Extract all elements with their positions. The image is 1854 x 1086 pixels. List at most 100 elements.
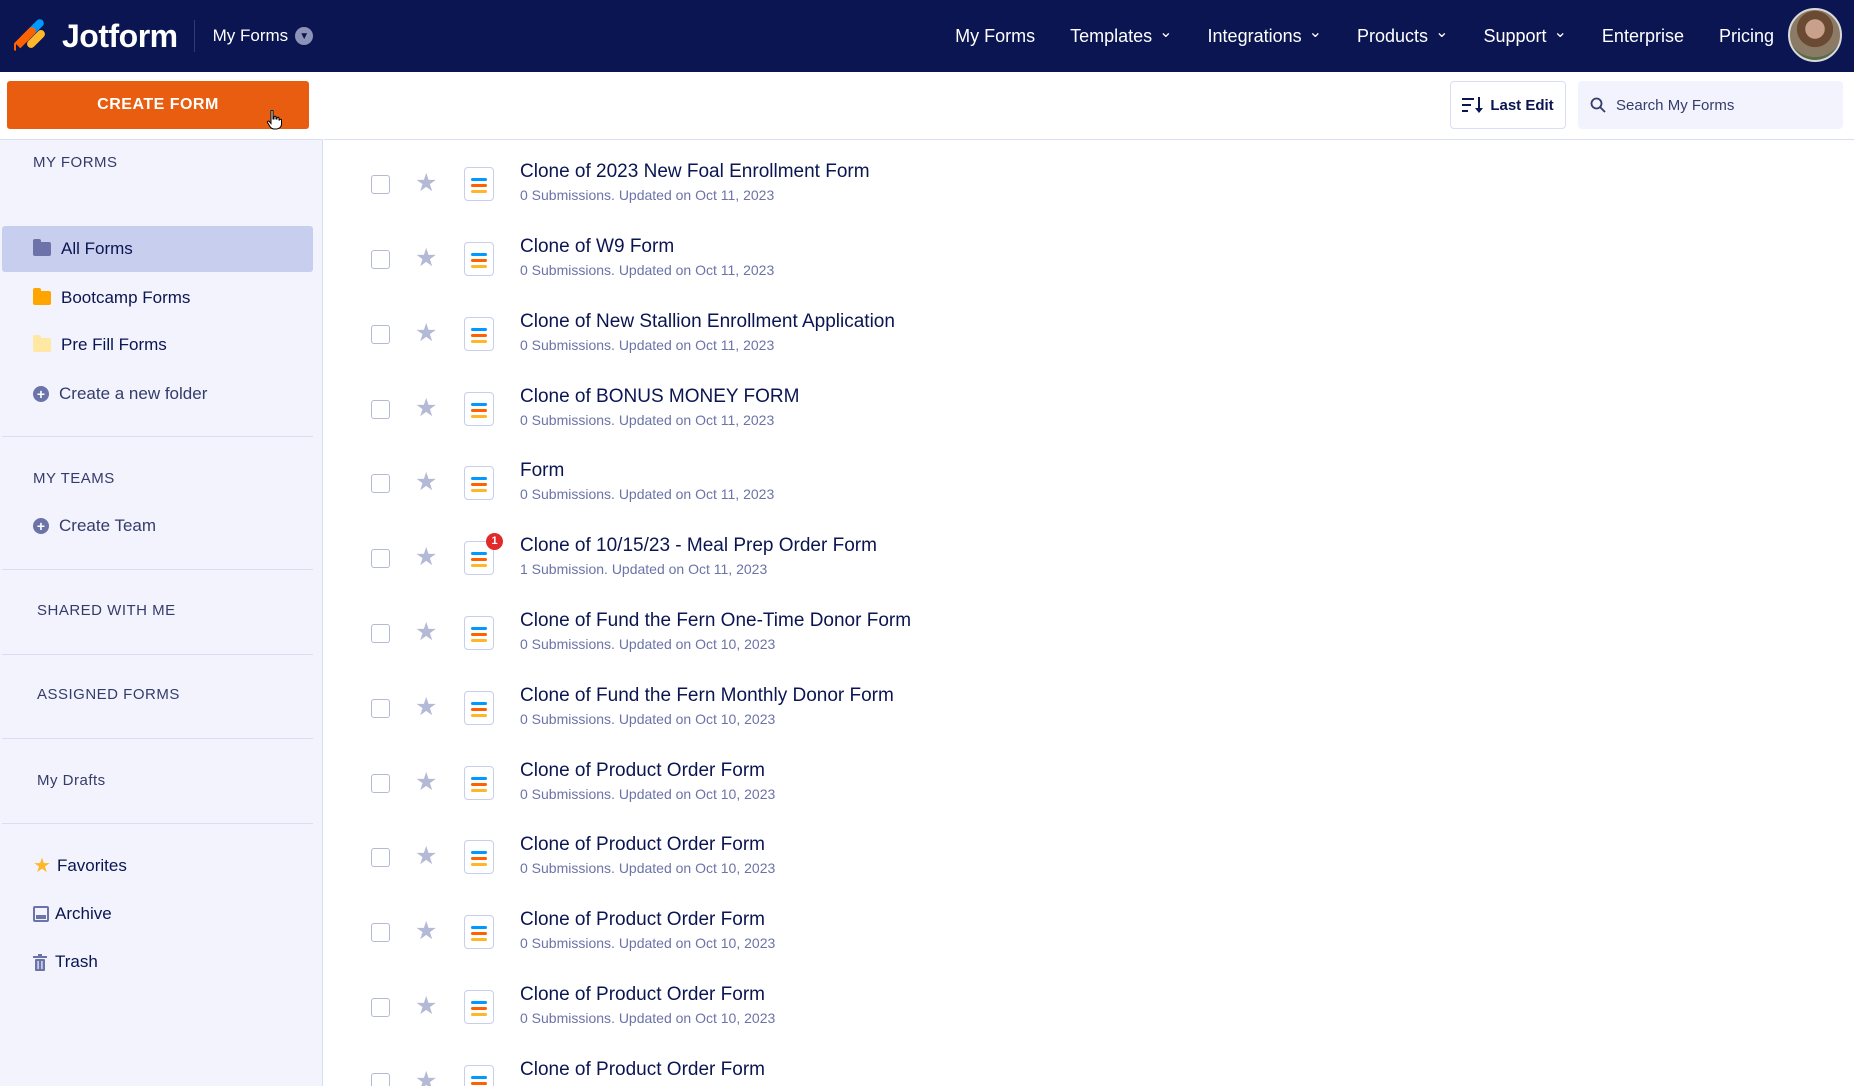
form-title[interactable]: Clone of Product Order Form (520, 834, 765, 856)
form-title[interactable]: Clone of Product Order Form (520, 909, 765, 931)
form-title[interactable]: Clone of 2023 New Foal Enrollment Form (520, 161, 870, 183)
list-toolbar: Last Edit (324, 72, 1854, 140)
form-meta: 0 Submissions. Updated on Oct 11, 2023 (520, 486, 775, 502)
form-title[interactable]: Clone of Fund the Fern One-Time Donor Fo… (520, 610, 911, 632)
chevron-down-icon: ⌄ (1308, 24, 1323, 41)
topnav-item-products[interactable]: Products ⌄ (1357, 24, 1448, 47)
my-forms-context-dropdown[interactable]: My Forms ▼ (213, 26, 314, 46)
sidebar-item-label: Bootcamp Forms (61, 288, 191, 307)
favorite-star-icon[interactable]: ★ (415, 768, 437, 796)
form-title[interactable]: Clone of 10/15/23 - Meal Prep Order Form (520, 535, 877, 557)
user-avatar[interactable] (1788, 8, 1842, 62)
form-document-icon (464, 990, 494, 1024)
topnav-item-label: Pricing (1718, 25, 1774, 46)
form-document-icon (464, 392, 494, 426)
favorite-star-icon[interactable]: ★ (415, 917, 437, 945)
favorite-star-icon[interactable]: ★ (415, 394, 437, 422)
assigned-forms-link[interactable]: ASSIGNED FORMS (37, 686, 180, 703)
sidebar-item-bootcamp-forms[interactable]: Bootcamp Forms (2, 275, 313, 321)
create-form-button[interactable]: CREATE FORM (7, 81, 309, 129)
form-title[interactable]: Form (520, 460, 564, 482)
topnav-item-my-forms[interactable]: My Forms (955, 26, 1035, 47)
form-select-checkbox[interactable] (371, 400, 390, 419)
topnav-item-enterprise[interactable]: Enterprise (1602, 26, 1684, 47)
favorite-star-icon[interactable]: ★ (415, 169, 437, 197)
topnav-item-label: Templates (1070, 25, 1153, 46)
form-row[interactable]: ★ Clone of 2023 New Foal Enrollment Form 0… (324, 157, 1854, 232)
form-select-checkbox[interactable] (371, 923, 390, 942)
form-row[interactable]: ★ 1 Clone of 10/15/23 - Meal Prep Order Fo… (324, 531, 1854, 606)
form-title[interactable]: Clone of Product Order Form (520, 1059, 765, 1081)
create-new-folder-link[interactable]: + Create a new folder (2, 371, 313, 417)
favorite-star-icon[interactable]: ★ (415, 468, 437, 496)
form-document-icon (464, 317, 494, 351)
create-team-link[interactable]: + Create Team (2, 503, 313, 549)
form-row[interactable]: ★ Form 0 Submissions. Updated on Oct 11, 2… (324, 456, 1854, 531)
favorite-star-icon[interactable]: ★ (415, 693, 437, 721)
form-select-checkbox[interactable] (371, 474, 390, 493)
favorite-star-icon[interactable]: ★ (415, 244, 437, 272)
form-row[interactable]: ★ Clone of New Stallion Enrollment Applic… (324, 307, 1854, 382)
topnav-item-integrations[interactable]: Integrations ⌄ (1208, 24, 1322, 47)
form-row[interactable]: ★ Clone of Product Order Form 0 Submission… (324, 830, 1854, 905)
sidebar-item-label: Favorites (56, 856, 127, 875)
create-folder-label: Create a new folder (59, 384, 208, 403)
form-row[interactable]: ★ Clone of Fund the Fern Monthly Donor Fo… (324, 681, 1854, 756)
form-row[interactable]: ★ Clone of Fund the Fern One-Time Donor F… (324, 606, 1854, 681)
form-select-checkbox[interactable] (371, 325, 390, 344)
form-select-checkbox[interactable] (371, 774, 390, 793)
sidebar-item-pre-fill-forms[interactable]: Pre Fill Forms (2, 322, 313, 368)
sidebar-divider (2, 823, 313, 824)
form-select-checkbox[interactable] (371, 624, 390, 643)
topnav-item-pricing[interactable]: Pricing (1719, 26, 1774, 47)
form-title[interactable]: Clone of W9 Form (520, 236, 674, 258)
top-navbar: Jotform My Forms ▼ My Forms Templates ⌄ Int… (0, 0, 1854, 72)
favorite-star-icon[interactable]: ★ (415, 618, 437, 646)
sidebar-item-favorites[interactable]: ★ Favorites (2, 843, 313, 889)
form-title[interactable]: Clone of New Stallion Enrollment Applica… (520, 311, 895, 333)
search-input[interactable] (1616, 96, 1826, 114)
my-drafts-link[interactable]: My Drafts (37, 772, 106, 789)
form-row[interactable]: ★ Clone of Product Order Form 0 Submission… (324, 980, 1854, 1055)
shared-with-me-link[interactable]: SHARED WITH ME (37, 602, 176, 619)
form-title[interactable]: Clone of Product Order Form (520, 760, 765, 782)
chevron-down-icon: ⌄ (1553, 24, 1567, 41)
sort-button[interactable]: Last Edit (1450, 81, 1566, 129)
form-select-checkbox[interactable] (371, 848, 390, 867)
form-title[interactable]: Clone of Fund the Fern Monthly Donor For… (520, 685, 894, 707)
topnav-item-templates[interactable]: Templates ⌄ (1070, 24, 1172, 47)
sidebar-divider (2, 436, 313, 437)
jotform-logo[interactable]: Jotform (14, 0, 178, 72)
form-select-checkbox[interactable] (371, 998, 390, 1017)
form-row[interactable]: ★ Clone of Product Order Form 0 Submission… (324, 905, 1854, 980)
favorite-star-icon[interactable]: ★ (415, 842, 437, 870)
sidebar: CREATE FORM MY FORMS All Forms Bootcamp … (0, 72, 323, 1086)
form-title[interactable]: Clone of BONUS MONEY FORM (520, 386, 799, 408)
form-row[interactable]: ★ Clone of W9 Form 0 Submissions. Updated … (324, 232, 1854, 307)
form-select-checkbox[interactable] (371, 699, 390, 718)
form-meta: 0 Submissions. Updated on Oct 11, 2023 (520, 337, 775, 353)
sidebar-item-archive[interactable]: Archive (2, 891, 313, 937)
topnav-item-support[interactable]: Support ⌄ (1483, 24, 1566, 47)
sidebar-item-all-forms[interactable]: All Forms (2, 226, 313, 272)
favorite-star-icon[interactable]: ★ (415, 1067, 437, 1086)
brand-name: Jotform (62, 17, 178, 54)
my-forms-section-title: MY FORMS (33, 154, 118, 171)
sidebar-item-trash[interactable]: Trash (2, 939, 313, 985)
form-row[interactable]: ★ Clone of Product Order Form 0 Submission… (324, 756, 1854, 831)
form-select-checkbox[interactable] (371, 549, 390, 568)
form-title[interactable]: Clone of Product Order Form (520, 984, 765, 1006)
form-select-checkbox[interactable] (371, 175, 390, 194)
favorite-star-icon[interactable]: ★ (415, 992, 437, 1020)
form-select-checkbox[interactable] (371, 250, 390, 269)
favorite-star-icon[interactable]: ★ (415, 319, 437, 347)
form-row[interactable]: ★ Clone of Product Order Form (324, 1055, 1854, 1086)
form-meta: 0 Submissions. Updated on Oct 10, 2023 (520, 935, 776, 951)
favorite-star-icon[interactable]: ★ (415, 543, 437, 571)
form-row[interactable]: ★ Clone of BONUS MONEY FORM 0 Submissions.… (324, 382, 1854, 457)
form-document-icon (464, 242, 494, 276)
form-select-checkbox[interactable] (371, 1073, 390, 1086)
sidebar-item-label: Archive (55, 904, 112, 923)
topnav-item-label: Support (1483, 25, 1547, 46)
new-submission-badge: 1 (486, 533, 503, 550)
